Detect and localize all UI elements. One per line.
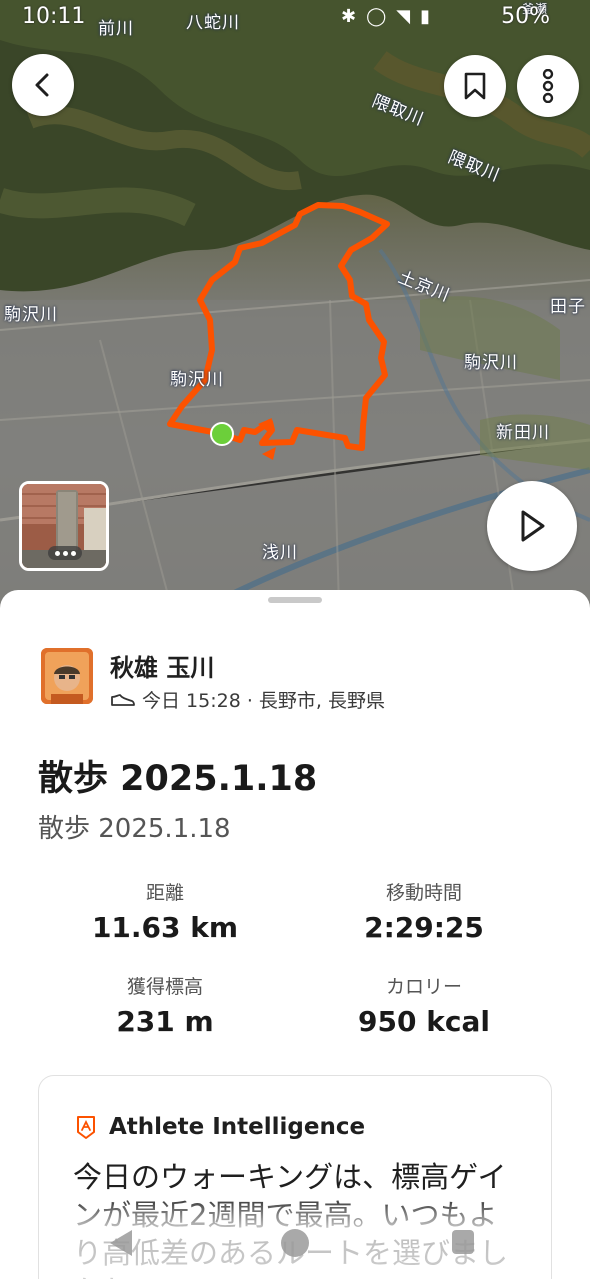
stat-calories: カロリー 950 kcal bbox=[299, 972, 549, 1038]
back-button[interactable] bbox=[12, 54, 74, 116]
wifi-icon: ◥ bbox=[396, 6, 421, 27]
more-options-button[interactable] bbox=[517, 55, 579, 117]
map-label: 浅川 bbox=[262, 543, 298, 563]
athlete-name[interactable]: 秋雄 玉川 bbox=[110, 648, 214, 683]
map-label: 新田川 bbox=[496, 423, 550, 443]
map-label: 駒沢川 bbox=[464, 353, 518, 373]
photo-thumbnail[interactable] bbox=[19, 481, 109, 571]
alarm-icon: ◯ bbox=[366, 6, 397, 27]
stat-label: 移動時間 bbox=[385, 882, 462, 904]
status-icons: ✱◯◥▮ bbox=[341, 6, 440, 27]
start-marker bbox=[210, 422, 234, 446]
activity-description: 散歩 2025.1.18 bbox=[38, 814, 231, 844]
route-map[interactable]: 隈取川 隈取川 土京川 駒沢川 駒沢川 駒沢川 新田川 浅川 田子 八蛇川 前川… bbox=[0, 0, 590, 640]
play-icon bbox=[521, 510, 545, 542]
play-flyover-button[interactable] bbox=[487, 481, 577, 571]
avatar[interactable] bbox=[41, 648, 93, 704]
chevron-left-icon bbox=[35, 73, 49, 97]
map-label: 駒沢川 bbox=[4, 305, 58, 325]
stat-elevation-gain: 獲得標高 231 m bbox=[40, 972, 290, 1038]
stat-value: 950 kcal bbox=[358, 1005, 490, 1038]
activity-meta-text: 今日 15:28 · 長野市, 長野県 bbox=[142, 690, 385, 712]
activity-title: 散歩 2025.1.18 bbox=[38, 759, 318, 799]
bookmark-button[interactable] bbox=[444, 55, 506, 117]
nav-home-icon[interactable] bbox=[281, 1229, 309, 1257]
photo-pager-dots bbox=[48, 546, 82, 560]
bookmark-icon bbox=[464, 72, 486, 100]
stat-value: 2:29:25 bbox=[364, 911, 484, 944]
stat-moving-time: 移動時間 2:29:25 bbox=[299, 878, 549, 944]
shoe-icon bbox=[111, 693, 135, 706]
stat-label: カロリー bbox=[385, 976, 462, 998]
activity-detail-sheet[interactable]: 秋雄 玉川 今日 15:28 · 長野市, 長野県 散歩 2025.1.18 散… bbox=[0, 590, 590, 1279]
athlete-intelligence-header: Athlete Intelligence bbox=[75, 1114, 365, 1140]
drag-handle[interactable] bbox=[268, 597, 322, 603]
nav-back-icon[interactable] bbox=[110, 1230, 132, 1256]
athlete-intelligence-icon bbox=[77, 1116, 95, 1139]
status-bar: 10:11 ✱◯◥▮ 50% bbox=[0, 4, 590, 34]
athlete-intelligence-title: Athlete Intelligence bbox=[109, 1114, 366, 1140]
map-label: 田子 bbox=[550, 297, 586, 317]
map-label: 駒沢川 bbox=[170, 370, 224, 390]
stat-label: 距離 bbox=[145, 882, 184, 904]
status-time: 10:11 bbox=[22, 4, 86, 29]
signal-icon: ▮ bbox=[420, 6, 440, 27]
stat-distance: 距離 11.63 km bbox=[40, 878, 290, 944]
stat-label: 獲得標高 bbox=[126, 976, 203, 998]
more-vertical-icon bbox=[542, 69, 554, 103]
nav-recents-icon[interactable] bbox=[452, 1230, 474, 1254]
system-navigation-bar bbox=[0, 1212, 590, 1279]
activity-meta: 今日 15:28 · 長野市, 長野県 bbox=[110, 686, 385, 713]
battery-level: 50% bbox=[501, 4, 550, 29]
stat-value: 11.63 km bbox=[91, 911, 239, 944]
stat-value: 231 m bbox=[116, 1005, 214, 1038]
bluetooth-icon: ✱ bbox=[341, 6, 367, 27]
